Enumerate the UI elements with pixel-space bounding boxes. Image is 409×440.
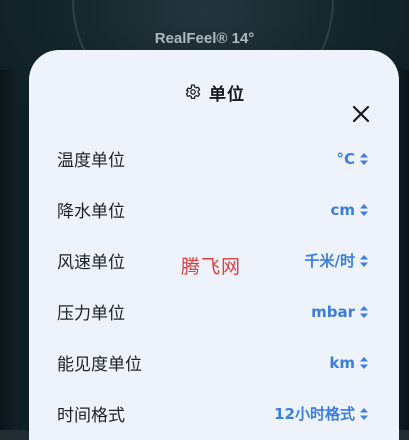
- row-value: 千米/时: [304, 252, 355, 270]
- background-card-left: [0, 430, 30, 440]
- units-sheet: 单位 温度单位 °C 降水单位 cm 风速单位 千米/时 压力单位 mbar 能…: [29, 50, 399, 440]
- realfeel-text: RealFeel® 14°: [154, 30, 255, 47]
- sheet-header: 单位: [29, 78, 399, 123]
- row-label: 压力单位: [57, 304, 125, 324]
- watermark: 腾飞网: [181, 256, 242, 278]
- sheet-title: 单位: [209, 84, 245, 105]
- row-label: 降水单位: [57, 202, 125, 222]
- time-format-select[interactable]: 12小时格式: [274, 403, 369, 424]
- row-precipitation-unit[interactable]: 降水单位 cm: [29, 184, 399, 235]
- row-pressure-unit[interactable]: 压力单位 mbar: [29, 286, 399, 337]
- precipitation-unit-select[interactable]: cm: [330, 201, 369, 219]
- row-label: 风速单位: [57, 253, 125, 273]
- row-value: cm: [330, 200, 355, 219]
- row-value: °C: [336, 149, 355, 168]
- temperature-unit-select[interactable]: °C: [336, 150, 369, 168]
- sort-arrows-icon: [359, 355, 369, 371]
- row-temperature-unit[interactable]: 温度单位 °C: [29, 133, 399, 184]
- units-list: 温度单位 °C 降水单位 cm 风速单位 千米/时 压力单位 mbar 能见度单…: [29, 133, 399, 439]
- sheet-title-group: 单位: [183, 80, 245, 105]
- row-label: 能见度单位: [57, 355, 142, 375]
- row-value: km: [329, 353, 355, 372]
- sort-arrows-icon: [359, 304, 369, 320]
- row-label: 时间格式: [57, 406, 125, 426]
- row-time-format[interactable]: 时间格式 12小时格式: [29, 388, 399, 439]
- row-value: 12小时格式: [274, 405, 355, 423]
- sort-arrows-icon: [359, 253, 369, 269]
- visibility-unit-select[interactable]: km: [329, 354, 369, 372]
- row-label: 温度单位: [57, 151, 125, 171]
- sort-arrows-icon: [359, 202, 369, 218]
- background-edge-left: [0, 70, 18, 440]
- pressure-unit-select[interactable]: mbar: [311, 303, 369, 321]
- close-icon[interactable]: [349, 102, 373, 126]
- sort-arrows-icon: [359, 406, 369, 422]
- row-value: mbar: [311, 302, 355, 321]
- sort-arrows-icon: [359, 151, 369, 167]
- row-visibility-unit[interactable]: 能见度单位 km: [29, 337, 399, 388]
- wind-speed-unit-select[interactable]: 千米/时: [305, 250, 369, 271]
- gear-icon: [183, 82, 203, 102]
